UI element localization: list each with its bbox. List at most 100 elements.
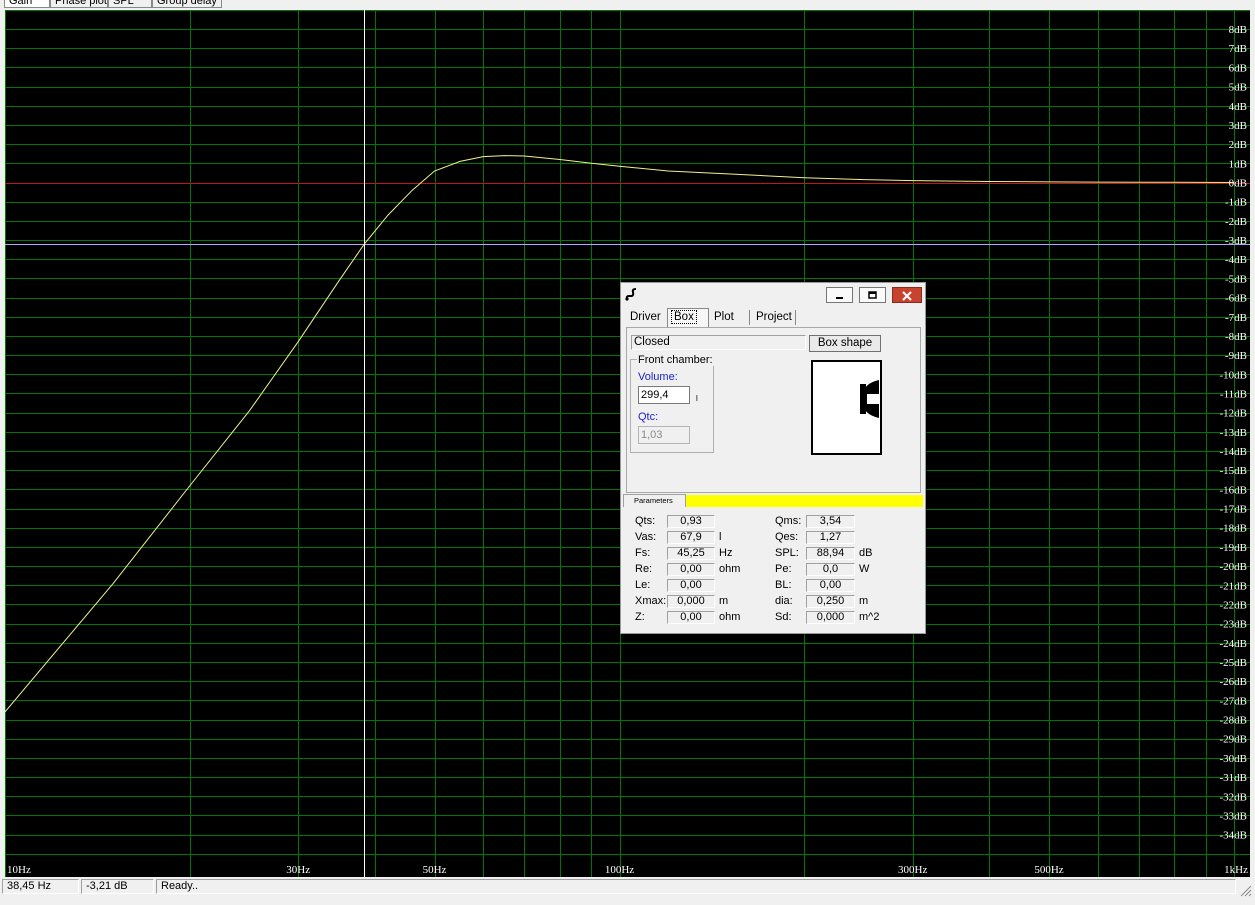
app-icon: [624, 286, 638, 302]
speaker-driver-icon: [860, 380, 879, 418]
y-tick-label: -12dB: [1220, 408, 1248, 420]
y-tick-label: -26dB: [1220, 676, 1248, 688]
y-tick-label: -11dB: [1220, 389, 1247, 401]
y-tick-label: -4dB: [1225, 254, 1247, 266]
y-tick-label: 7dB: [1229, 43, 1247, 55]
y-tick-label: -24dB: [1220, 638, 1248, 650]
y-tick-label: -9dB: [1225, 350, 1247, 362]
y-tick-label: 6dB: [1229, 62, 1247, 74]
volume-input[interactable]: 299,4: [638, 386, 690, 404]
param-dia-unit: m: [859, 595, 869, 607]
y-tick-label: -17dB: [1220, 504, 1248, 516]
tab-phase-plot[interactable]: Phase plot: [50, 0, 108, 8]
tab-divider: [795, 310, 796, 325]
tab-divider: [749, 310, 750, 325]
param-fs-label: Fs:: [635, 547, 651, 559]
param-z-label: Z:: [635, 611, 645, 623]
volume-label: Volume:: [638, 371, 678, 383]
minimize-button[interactable]: [826, 287, 853, 303]
x-tick-label: 100Hz: [605, 864, 634, 876]
tab-box[interactable]: Box: [667, 308, 709, 327]
box-design-dialog[interactable]: Driver Box Plot Project Closed Box shape…: [620, 282, 926, 634]
tab-project[interactable]: Project: [753, 309, 795, 326]
y-tick-label: 4dB: [1229, 101, 1247, 113]
y-tick-label: 8dB: [1229, 24, 1247, 36]
front-chamber-label: Front chamber:: [637, 354, 714, 366]
y-tick-label: -6dB: [1225, 293, 1247, 305]
param-le-label: Le:: [635, 579, 651, 591]
param-spl-label: SPL:: [775, 547, 799, 559]
y-tick-label: 2dB: [1229, 139, 1247, 151]
y-tick-label: -16dB: [1220, 484, 1248, 496]
tab-spl[interactable]: SPL: [108, 0, 152, 8]
y-tick-label: -20dB: [1220, 561, 1248, 573]
y-tick-label: -29dB: [1220, 734, 1248, 746]
y-tick-label: -32dB: [1220, 791, 1248, 803]
y-tick-label: -8dB: [1225, 331, 1247, 343]
tab-plot[interactable]: Plot: [711, 309, 737, 326]
y-tick-label: -34dB: [1220, 830, 1248, 842]
param-pe-value: 0,0: [806, 563, 855, 576]
param-qms-label: Qms:: [775, 515, 802, 527]
param-vas-value: 67,9: [667, 531, 715, 544]
status-message: Ready..: [156, 879, 1236, 894]
y-tick-label: -30dB: [1220, 753, 1248, 765]
param-spl-unit: dB: [859, 547, 873, 559]
tab-box-label: Box: [671, 310, 697, 324]
param-qes-label: Qes:: [775, 531, 799, 543]
close-button[interactable]: [892, 287, 922, 303]
param-xmax-label: Xmax:: [635, 595, 667, 607]
param-dia-label: dia:: [775, 595, 793, 607]
param-pe-unit: W: [859, 563, 870, 575]
tab-gain[interactable]: Gain: [4, 0, 50, 8]
param-bl-value: 0,00: [806, 579, 855, 592]
maximize-icon: [867, 291, 877, 299]
param-le-value: 0,00: [667, 579, 715, 592]
param-sd-label: Sd:: [775, 611, 792, 623]
y-tick-label: -14dB: [1220, 446, 1248, 458]
parameters-tab[interactable]: Parameters: [623, 494, 686, 507]
status-level: -3,21 dB: [81, 879, 154, 894]
y-tick-label: -23dB: [1220, 619, 1248, 631]
y-tick-label: -31dB: [1220, 772, 1248, 784]
x-tick-label: 10Hz: [7, 864, 31, 876]
param-xmax-value: 0,000: [667, 595, 715, 608]
y-tick-label: -3dB: [1225, 235, 1247, 247]
box-type-select[interactable]: Closed: [631, 335, 806, 350]
box-shape-button[interactable]: Box shape: [809, 335, 881, 352]
box-preview: [811, 360, 882, 455]
status-bar: 38,45 Hz -3,21 dB Ready..: [0, 877, 1255, 905]
param-pe-label: Pe:: [775, 563, 792, 575]
param-fs-unit: Hz: [719, 547, 733, 559]
maximize-button[interactable]: [859, 287, 886, 303]
x-tick-label: 30Hz: [286, 864, 310, 876]
param-re-label: Re:: [635, 563, 653, 575]
y-tick-label: 3dB: [1229, 120, 1247, 132]
volume-unit: l: [696, 394, 698, 403]
param-re-unit: ohm: [719, 563, 741, 575]
param-dia-value: 0,250: [806, 595, 855, 608]
param-z-value: 0,00: [667, 611, 715, 624]
y-tick-label: 5dB: [1229, 82, 1247, 94]
x-tick-label: 50Hz: [423, 864, 447, 876]
resize-grip[interactable]: [1240, 885, 1252, 897]
param-xmax-unit: m: [719, 595, 729, 607]
qtc-label: Qtc:: [638, 411, 659, 423]
x-tick-label: 500Hz: [1034, 864, 1063, 876]
tab-group-delay[interactable]: Group delay: [152, 0, 222, 8]
y-tick-label: -18dB: [1220, 523, 1248, 535]
status-frequency: 38,45 Hz: [2, 879, 79, 894]
y-tick-label: -10dB: [1220, 369, 1248, 381]
y-tick-label: 0dB: [1229, 178, 1247, 190]
param-sd-unit: m^2: [859, 611, 880, 623]
param-bl-label: BL:: [775, 579, 792, 591]
y-tick-label: -1dB: [1225, 197, 1247, 209]
y-tick-label: -15dB: [1220, 465, 1248, 477]
param-spl-value: 88,94: [806, 547, 855, 560]
param-qts-label: Qts:: [635, 515, 656, 527]
qtc-input[interactable]: 1,03: [638, 426, 690, 444]
tab-driver[interactable]: Driver: [627, 309, 664, 326]
y-tick-label: -2dB: [1225, 216, 1247, 228]
y-tick-label: -22dB: [1220, 600, 1248, 612]
param-re-value: 0,00: [667, 563, 715, 576]
